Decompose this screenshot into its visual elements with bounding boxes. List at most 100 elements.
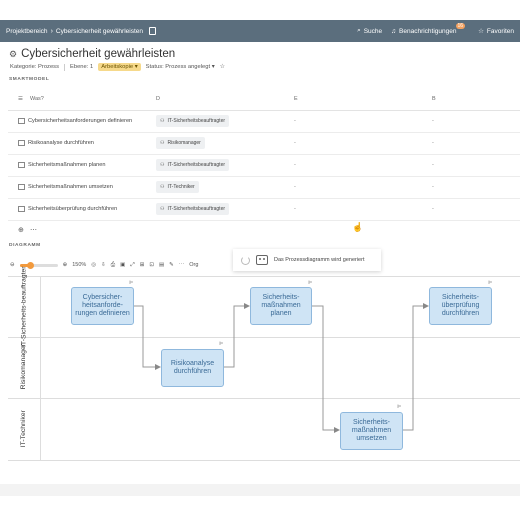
- node-menu-icon[interactable]: ⊫: [308, 280, 312, 286]
- notifications-button[interactable]: ♫ Benachrichtigungen 16: [391, 23, 469, 35]
- person-icon: ⚇: [160, 162, 165, 168]
- task-label: Risikoanalyse durchführen: [28, 140, 94, 146]
- generation-toast: Das Prozessdiagramm wird generiert: [233, 249, 381, 271]
- person-icon: ⚇: [160, 140, 165, 146]
- download-icon[interactable]: ⇩: [101, 262, 106, 268]
- task-cell: Cybersicherheitsanforderungen definieren: [18, 118, 132, 124]
- column-header-b[interactable]: B: [432, 96, 436, 102]
- page-icon[interactable]: [148, 27, 156, 35]
- topbar-actions: ⌕ Suche ♫ Benachrichtigungen 16 ☆ Favoriten: [357, 23, 514, 36]
- task-label: Sicherheitsmaßnahmen umsetzen: [28, 184, 113, 190]
- page-title: ⚙ Cybersicherheit gewährleisten: [9, 48, 175, 60]
- role-chip[interactable]: ⚇ Risikomanager: [156, 137, 205, 149]
- table-header: ☰ Was? D E B: [8, 88, 520, 111]
- role-chip[interactable]: ⚇ IT-Techniker: [156, 181, 199, 193]
- grid-icon[interactable]: ⊞: [140, 262, 145, 268]
- process-node[interactable]: Sicherheits-maßnahmen umsetzen: [340, 412, 403, 450]
- process-icon: ⚙: [9, 48, 18, 59]
- more-icon[interactable]: ⋯: [30, 226, 37, 234]
- favorites-button[interactable]: ☆ Favoriten: [478, 27, 514, 36]
- document-icon[interactable]: ▤: [159, 262, 164, 268]
- process-node[interactable]: Risikoanalyse durchführen: [161, 349, 224, 387]
- add-icon[interactable]: ⊕: [18, 226, 24, 234]
- status-dropdown[interactable]: Status: Prozess angelegt ▾: [146, 64, 215, 70]
- table-row[interactable]: Cybersicherheitsanforderungen definieren…: [8, 111, 520, 133]
- process-node[interactable]: Cybersicher-heitsanforde-rungen definier…: [71, 287, 134, 325]
- edit-icon[interactable]: ✎: [169, 262, 174, 268]
- cell-e: -: [294, 162, 296, 168]
- chevron-down-icon: ▾: [211, 64, 215, 70]
- role-label: IT-Sicherheitsbeauftragter: [167, 206, 226, 212]
- swimlane-label: IT-Sicherheits-beauftragter: [8, 267, 41, 347]
- breadcrumb: Projektbereich › Cybersicherheit gewährl…: [6, 27, 156, 35]
- menu-icon[interactable]: ☰: [18, 96, 23, 102]
- diagram-section-label: DIAGRAMM: [9, 243, 41, 248]
- person-icon: ⚇: [160, 118, 165, 124]
- category-text: Kategorie: Prozess: [10, 64, 59, 70]
- cell-b: -: [432, 206, 434, 212]
- task-cell: Sicherheitsmaßnahmen umsetzen: [18, 184, 113, 190]
- cell-e: -: [294, 140, 296, 146]
- swimlane-label: Risikomanager: [8, 336, 41, 398]
- diagram-toolbar: ⊖ ⊕ 150% ◎ ⇩ ⎙ ▣ ⤢ ⊞ ⊡ ▤ ✎ ⋯ Org: [10, 258, 198, 272]
- swimlane: IT-Techniker: [8, 398, 520, 461]
- node-menu-icon[interactable]: ⊫: [488, 280, 492, 286]
- task-icon: [18, 140, 25, 146]
- fit-icon[interactable]: ◎: [91, 262, 96, 268]
- cell-b: -: [432, 118, 434, 124]
- scope-dropdown[interactable]: Arbeitskopie ▾: [98, 63, 141, 71]
- dots-icon[interactable]: ⋯: [179, 262, 185, 268]
- table-row[interactable]: Sicherheitsmaßnahmen umsetzen ⚇ IT-Techni…: [8, 177, 520, 199]
- page-meta: Kategorie: Prozess Ebene: 1 Arbeitskopie…: [10, 63, 225, 71]
- divider: [63, 63, 65, 71]
- zoom-level: 150%: [72, 262, 87, 268]
- column-header-e[interactable]: E: [294, 96, 298, 102]
- cell-b: -: [432, 184, 434, 190]
- role-label: Risikomanager: [167, 140, 201, 146]
- page-title-text: Cybersicherheit gewährleisten: [21, 48, 176, 60]
- image-icon[interactable]: ▣: [120, 262, 125, 268]
- task-label: Sicherheitsmaßnahmen planen: [28, 162, 106, 168]
- role-chip[interactable]: ⚇ IT-Sicherheitsbeauftragter: [156, 203, 230, 215]
- swimlane-label-text: Risikomanager: [20, 344, 28, 390]
- swimlane: Risikomanager: [8, 336, 520, 399]
- bell-icon: ♫: [391, 27, 397, 35]
- print-icon[interactable]: ⎙: [111, 262, 115, 269]
- node-menu-icon[interactable]: ⊫: [219, 341, 223, 347]
- role-label: IT-Sicherheitsbeauftragter: [167, 162, 226, 168]
- search-label: Suche: [363, 27, 383, 35]
- zoom-out-icon[interactable]: ⊖: [10, 262, 15, 268]
- person-icon: ⚇: [160, 184, 165, 190]
- node-menu-icon[interactable]: ⊫: [397, 404, 401, 410]
- column-header-d[interactable]: D: [156, 96, 160, 102]
- column-header-what[interactable]: Was?: [30, 96, 44, 102]
- hand-cursor-icon: ☝: [352, 222, 364, 232]
- role-chip[interactable]: ⚇ IT-Sicherheitsbeauftragter: [156, 159, 230, 171]
- bottom-strip: [0, 484, 520, 496]
- node-menu-icon[interactable]: ⊫: [129, 280, 133, 286]
- task-cell: Risikoanalyse durchführen: [18, 140, 94, 146]
- table-row[interactable]: Sicherheitsüberprüfung durchführen ⚇ IT-S…: [8, 199, 520, 221]
- role-chip[interactable]: ⚇ IT-Sicherheitsbeauftragter: [156, 115, 230, 127]
- cell-e: -: [294, 184, 296, 190]
- person-icon: ⚇: [160, 206, 165, 212]
- table-row[interactable]: Risikoanalyse durchführen ⚇ Risikomanager…: [8, 133, 520, 155]
- notifications-label: Benachrichtigungen: [399, 27, 457, 35]
- notifications-badge: 16: [455, 23, 466, 29]
- star-icon[interactable]: ☆: [220, 64, 225, 70]
- process-node[interactable]: Sicherheits-überprüfung durchführen: [429, 287, 492, 325]
- cell-b: -: [432, 162, 434, 168]
- zoom-in-icon[interactable]: ⊕: [63, 262, 68, 268]
- chevron-down-icon: ▾: [134, 64, 138, 70]
- search-button[interactable]: ⌕ Suche: [357, 27, 382, 35]
- expand-icon[interactable]: ⤢: [130, 262, 134, 269]
- toast-text: Das Prozessdiagramm wird generiert: [274, 257, 365, 263]
- table-row[interactable]: Sicherheitsmaßnahmen planen ⚇ IT-Sicherhe…: [8, 155, 520, 177]
- frame-icon[interactable]: ⊡: [149, 262, 154, 268]
- cell-e: -: [294, 206, 296, 212]
- task-label: Sicherheitsüberprüfung durchführen: [28, 206, 118, 212]
- smartmodel-section-label: SMARTMODEL: [9, 77, 50, 82]
- process-node[interactable]: Sicherheits-maßnahmen planen: [250, 287, 312, 325]
- breadcrumb-parent[interactable]: Projektbereich: [6, 28, 48, 35]
- search-icon: ⌕: [357, 27, 361, 34]
